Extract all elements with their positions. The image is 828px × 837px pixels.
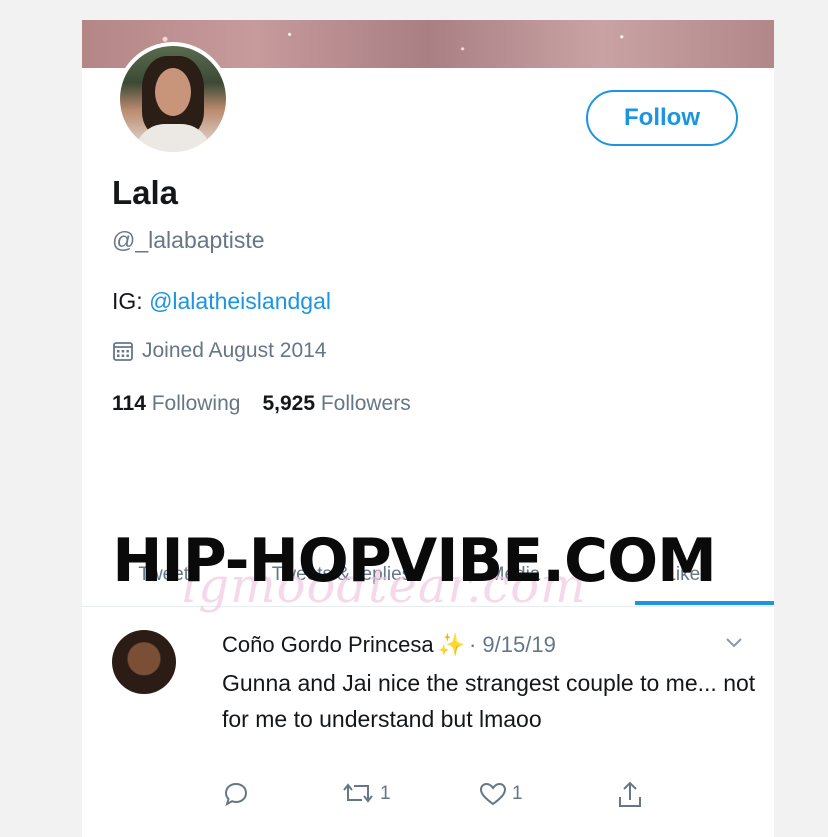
like-count: 1 bbox=[512, 783, 523, 804]
reply-icon bbox=[224, 782, 248, 807]
tweet-date[interactable]: · 9/15/19 bbox=[469, 632, 556, 658]
bio-prefix: IG: bbox=[112, 288, 150, 314]
retweet-icon bbox=[343, 783, 373, 803]
profile-avatar[interactable] bbox=[116, 42, 230, 156]
joined-text: Joined August 2014 bbox=[142, 339, 327, 362]
display-name: Lala bbox=[112, 174, 179, 211]
followers-link[interactable]: 5,925 Followers bbox=[262, 392, 410, 415]
follow-stats: 114 Following 5,925 Followers bbox=[112, 392, 411, 416]
following-count: 114 bbox=[112, 392, 146, 415]
tweet-actions: 1 1 bbox=[222, 780, 702, 812]
tweet-author-avatar[interactable] bbox=[112, 630, 176, 694]
chevron-down-icon[interactable] bbox=[724, 632, 744, 652]
watermark-overlay: HIP-HOPVIBE.COM bbox=[112, 526, 717, 596]
like-icon bbox=[479, 782, 507, 806]
tweet-text: Gunna and Jai nice the strangest couple … bbox=[222, 670, 756, 732]
sparkle-emoji: ✨ bbox=[437, 632, 465, 657]
profile-card: Follow Lala @_lalabaptiste IG: @lalathei… bbox=[82, 20, 774, 837]
avatar-photo bbox=[120, 46, 226, 152]
bio-instagram-link[interactable]: @lalatheislandgal bbox=[149, 288, 331, 314]
bio: IG: @lalatheislandgal bbox=[112, 288, 331, 315]
reply-button[interactable] bbox=[222, 780, 250, 808]
calendar-icon bbox=[113, 342, 133, 361]
followers-label: Followers bbox=[320, 392, 411, 415]
share-button[interactable] bbox=[616, 780, 644, 810]
following-label: Following bbox=[151, 392, 241, 415]
user-handle: @_lalabaptiste bbox=[112, 227, 265, 253]
tweet-author-name[interactable]: Coño Gordo Princesa bbox=[222, 632, 434, 658]
share-icon bbox=[619, 781, 641, 807]
following-link[interactable]: 114 Following bbox=[112, 392, 240, 415]
followers-count: 5,925 bbox=[262, 392, 316, 415]
active-tab-indicator bbox=[635, 601, 774, 605]
follow-button[interactable]: Follow bbox=[586, 90, 738, 146]
like-button[interactable]: 1 bbox=[478, 780, 523, 808]
joined-date: Joined August 2014 bbox=[112, 339, 327, 363]
retweet-count: 1 bbox=[380, 783, 391, 804]
tweet-header: Coño Gordo Princesa ✨ · 9/15/19 bbox=[222, 632, 556, 658]
retweet-button[interactable]: 1 bbox=[342, 780, 391, 808]
